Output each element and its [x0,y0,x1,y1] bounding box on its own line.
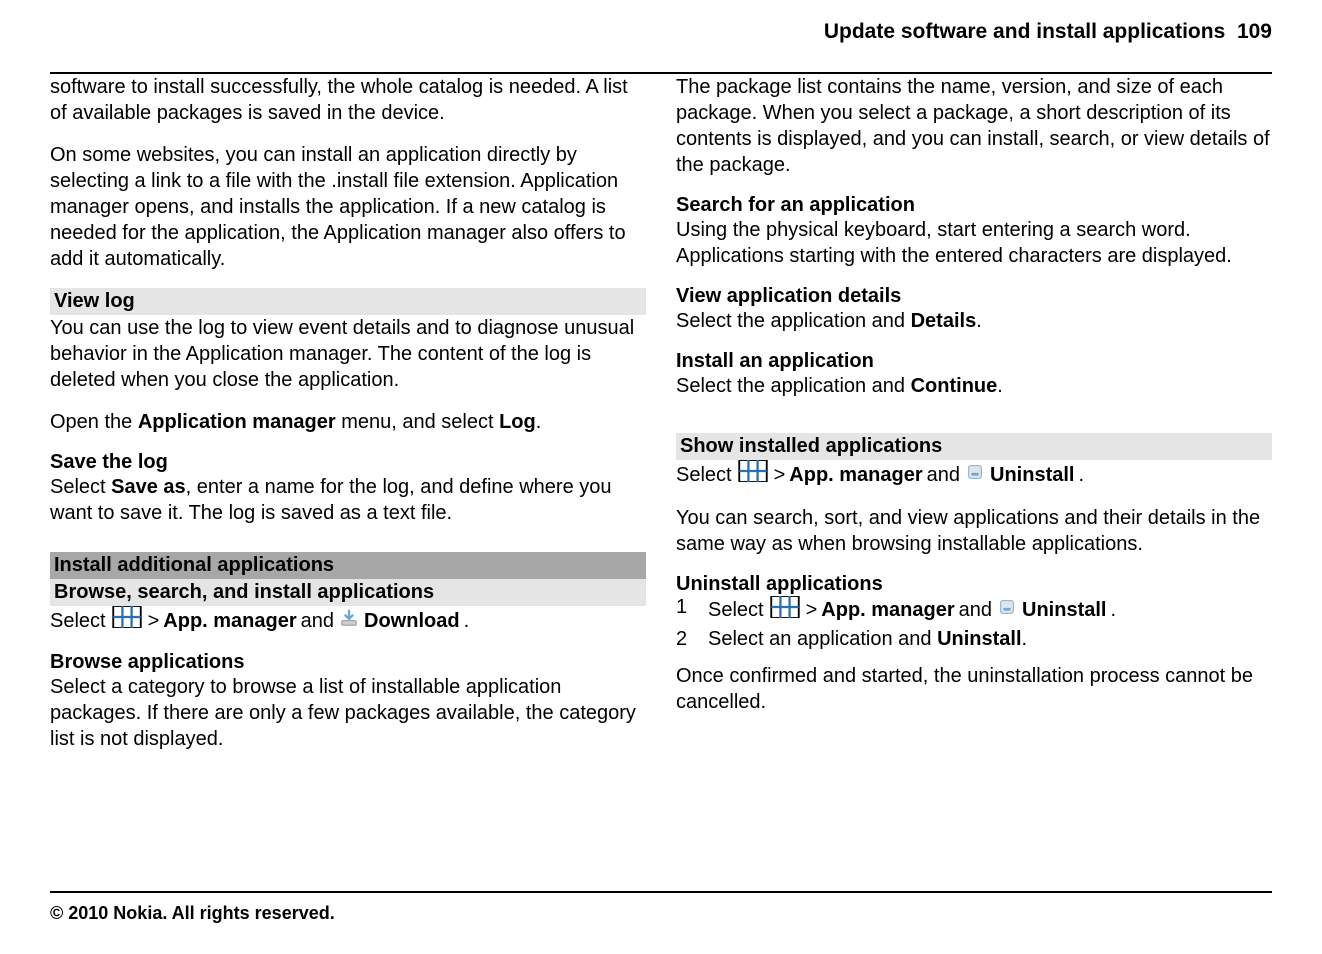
body-text: Using the physical keyboard, start enter… [676,217,1272,269]
select-line: Select > App. manager and Download. [50,606,646,635]
body-text: You can search, sort, and view applicati… [676,505,1272,557]
heading-install-app: Install an application [676,350,1272,373]
heading-uninstall-apps: Uninstall applications [676,573,1272,596]
heading-save-log: Save the log [50,451,646,474]
apps-grid-icon [738,460,768,489]
body-text: Open the Application manager menu, and s… [50,409,646,435]
body-text: Once confirmed and started, the uninstal… [676,663,1272,715]
footer-copyright: © 2010 Nokia. All rights reserved. [50,891,1272,924]
page-number: 109 [1237,20,1272,43]
heading-view-log: View log [50,288,646,315]
header-title: Update software and install applications [824,20,1225,43]
body-text: You can use the log to view event detail… [50,315,646,393]
heading-show-installed: Show installed applications [676,433,1272,460]
body-text: Select the application and Details. [676,308,1272,334]
body-text: Select Save as, enter a name for the log… [50,474,646,526]
heading-search-app: Search for an application [676,194,1272,217]
uninstall-icon [998,598,1016,622]
apps-grid-icon [112,606,142,635]
uninstall-icon [966,462,984,488]
heading-view-details: View application details [676,285,1272,308]
list-item: 2 Select an application and Uninstall. [676,628,1272,651]
heading-browse-apps: Browse applications [50,651,646,674]
heading-install-additional: Install additional applications [50,552,646,579]
right-column: The package list contains the name, vers… [676,74,1272,768]
body-text: Select a category to browse a list of in… [50,674,646,752]
body-text: The package list contains the name, vers… [676,74,1272,178]
heading-browse-search-install: Browse, search, and install applications [50,579,646,606]
list-item: 1 Select > App. manager and Uninstall. [676,596,1272,624]
body-text: software to install successfully, the wh… [50,74,646,126]
page-header: Update software and install applications… [50,20,1272,52]
select-line: Select > App. manager and Uninstall. [676,460,1272,489]
left-column: software to install successfully, the wh… [50,74,646,768]
body-text: On some websites, you can install an app… [50,142,646,272]
apps-grid-icon [770,596,800,624]
body-text: Select the application and Continue. [676,373,1272,399]
download-icon [340,608,358,634]
